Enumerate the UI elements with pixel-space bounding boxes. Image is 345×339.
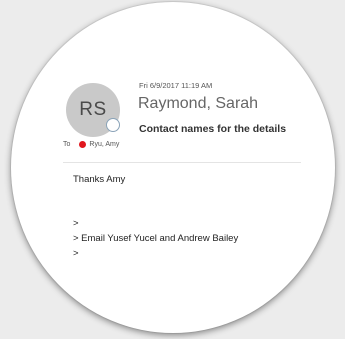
magnifier-lens: RS Fri 6/9/2017 11:19 AM Raymond, Sarah … <box>11 2 335 333</box>
message-timestamp: Fri 6/9/2017 11:19 AM <box>139 81 213 90</box>
recipients-row: To Ryu, Amy <box>63 141 119 148</box>
message-subject: Contact names for the details <box>139 123 287 135</box>
body-line-quote-3: > <box>73 248 79 259</box>
presence-status-icon <box>106 118 120 132</box>
header-divider <box>63 162 301 163</box>
to-label: To <box>63 141 71 148</box>
recipient-name[interactable]: Ryu, Amy <box>89 141 119 148</box>
busy-status-icon <box>79 141 87 148</box>
body-line-quote-2: > Email Yusef Yucel and Andrew Bailey <box>73 233 239 244</box>
body-line-greeting: Thanks Amy <box>73 174 126 185</box>
avatar-initials: RS <box>79 99 107 120</box>
sender-name[interactable]: Raymond, Sarah <box>138 95 258 113</box>
body-line-quote-1: > <box>73 218 79 229</box>
